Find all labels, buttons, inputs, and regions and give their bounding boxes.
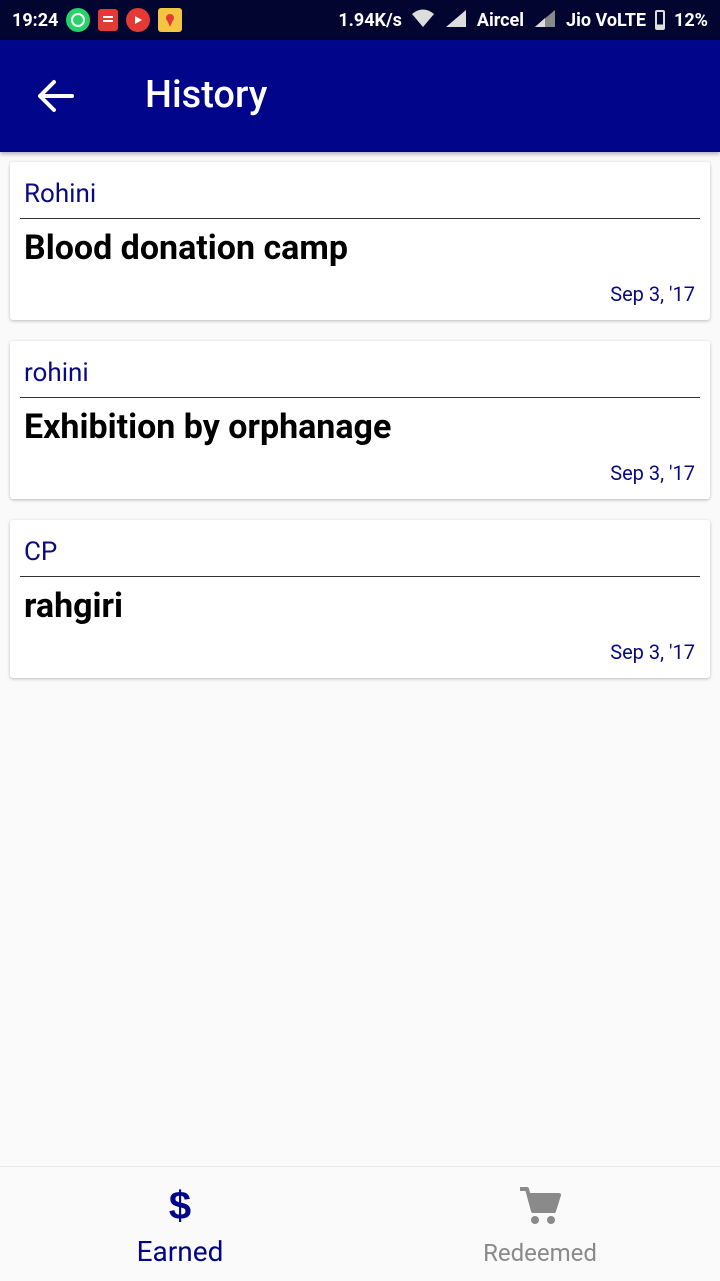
- nav-redeemed[interactable]: Redeemed: [360, 1167, 720, 1281]
- news-app-icon: [98, 9, 119, 31]
- event-date: Sep 3, '17: [610, 640, 695, 664]
- event-title: rahgiri: [24, 586, 124, 626]
- location-label: Rohini: [24, 179, 97, 209]
- event-date: Sep 3, '17: [610, 461, 695, 485]
- divider: [20, 218, 700, 219]
- youtube-icon: [126, 8, 151, 32]
- whatsapp-icon: [66, 8, 91, 32]
- battery-icon: [655, 10, 666, 30]
- event-title: Exhibition by orphanage: [24, 407, 392, 447]
- nav-earned[interactable]: $ Earned: [0, 1167, 360, 1281]
- page-title: History: [145, 73, 268, 117]
- shopping-cart-icon: [518, 1183, 562, 1227]
- signal-icon: [533, 8, 557, 33]
- maps-icon: [158, 8, 183, 32]
- dollar-icon: $: [158, 1183, 202, 1228]
- status-bar: 19:24 1.94K/s Aircel Jio VoLTE 12%: [0, 0, 720, 40]
- location-label: rohini: [24, 358, 89, 388]
- nav-redeemed-label: Redeemed: [483, 1239, 597, 1267]
- battery-level: 12%: [674, 9, 708, 31]
- svg-text:$: $: [169, 1184, 191, 1227]
- bottom-navigation: $ Earned Redeemed: [0, 1166, 720, 1281]
- history-card[interactable]: Rohini Blood donation camp Sep 3, '17: [10, 162, 710, 320]
- nav-earned-label: Earned: [136, 1235, 224, 1268]
- event-title: Blood donation camp: [24, 228, 348, 268]
- history-card[interactable]: rohini Exhibition by orphanage Sep 3, '1…: [10, 341, 710, 499]
- location-label: CP: [24, 537, 58, 567]
- back-arrow-icon[interactable]: [36, 78, 76, 114]
- divider: [20, 397, 700, 398]
- divider: [20, 576, 700, 577]
- carrier1-label: Aircel: [476, 9, 525, 31]
- clock: 19:24: [12, 9, 59, 31]
- wifi-icon: [411, 8, 435, 33]
- app-bar: History: [0, 40, 720, 152]
- event-date: Sep 3, '17: [610, 282, 695, 306]
- history-card[interactable]: CP rahgiri Sep 3, '17: [10, 520, 710, 678]
- history-list: Rohini Blood donation camp Sep 3, '17 ro…: [10, 162, 710, 699]
- signal-icon: [444, 8, 468, 33]
- network-speed: 1.94K/s: [338, 9, 402, 31]
- carrier2-label: Jio VoLTE: [566, 9, 647, 31]
